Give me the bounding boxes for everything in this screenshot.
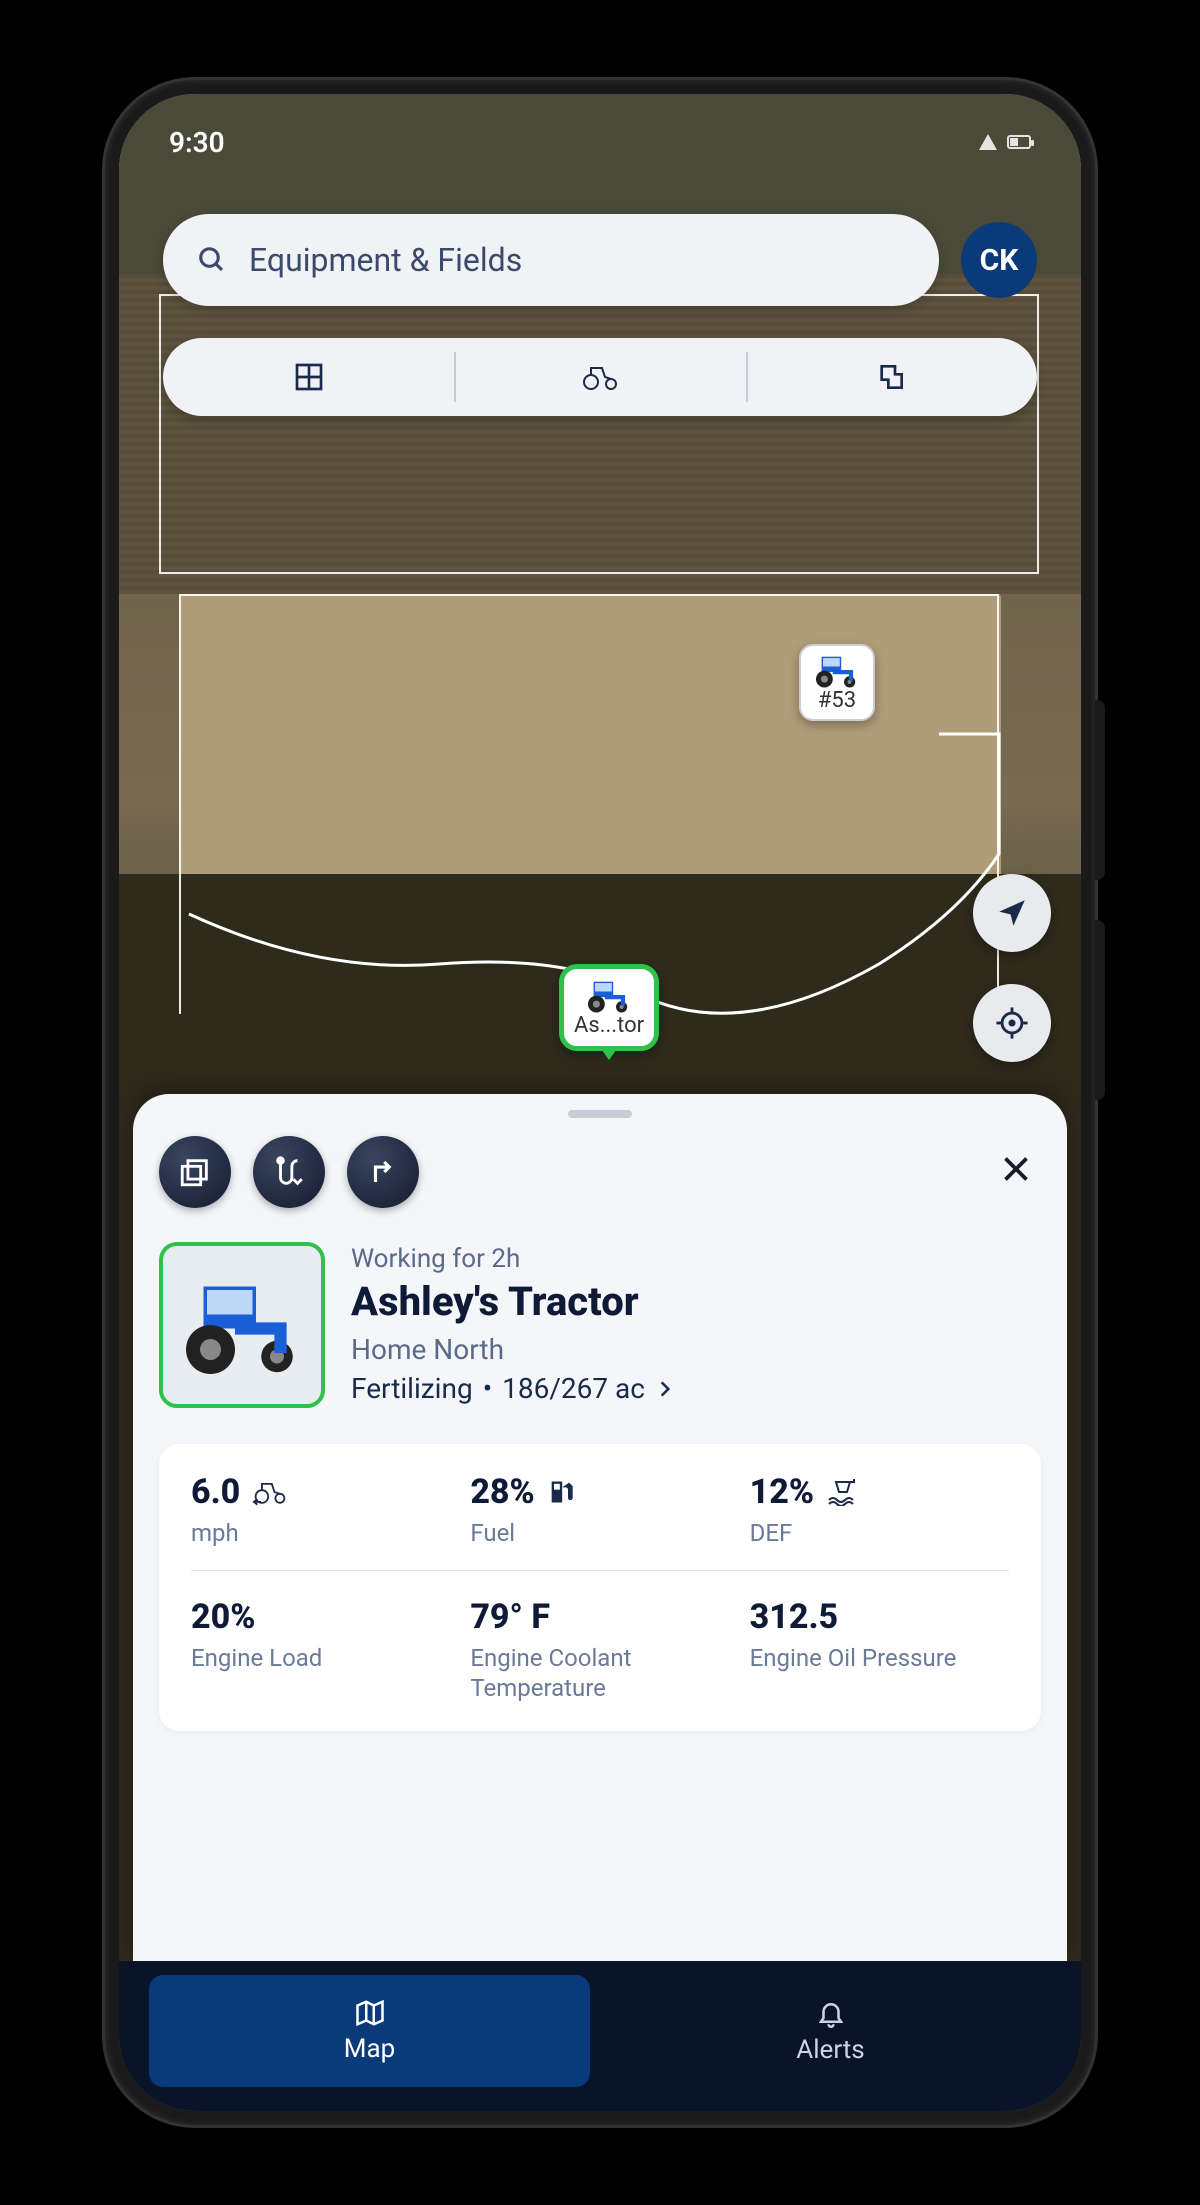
tractor-icon xyxy=(809,652,865,688)
bell-icon xyxy=(816,1997,846,2029)
map-marker-selected[interactable]: As...tor xyxy=(559,964,659,1051)
equipment-name: Ashley's Tractor xyxy=(351,1278,1041,1325)
crosshair-icon xyxy=(995,1006,1029,1040)
map-icon xyxy=(353,1998,387,2028)
sheet-action-views-button[interactable] xyxy=(159,1136,231,1208)
user-avatar[interactable]: CK xyxy=(961,222,1037,298)
signal-icon xyxy=(979,134,997,150)
equipment-task-progress: 186/267 ac xyxy=(502,1372,645,1405)
metric-fuel-label: Fuel xyxy=(470,1518,729,1548)
screen: 9:30 CK xyxy=(119,94,1081,2111)
metric-coolant-temp: 79° F Engine Coolant Temperature xyxy=(470,1597,729,1703)
metric-speed-value: 6.0 xyxy=(191,1472,240,1512)
task-separator: • xyxy=(483,1372,492,1405)
layer-fields-button[interactable] xyxy=(163,338,454,416)
tractor-icon xyxy=(581,977,637,1013)
equipment-field-name: Home North xyxy=(351,1333,1041,1366)
equipment-task-type: Fertilizing xyxy=(351,1372,473,1405)
phone-frame: 9:30 CK xyxy=(105,80,1095,2125)
tractor-speed-icon xyxy=(252,1478,288,1506)
metrics-card: 6.0 mph 28% Fuel xyxy=(159,1444,1041,1731)
metric-def-value: 12% xyxy=(750,1472,814,1512)
equipment-detail-sheet: Working for 2h Ashley's Tractor Home Nor… xyxy=(133,1094,1067,1971)
close-sheet-button[interactable] xyxy=(991,1146,1041,1198)
metric-speed: 6.0 mph xyxy=(191,1472,450,1548)
metric-def-label: DEF xyxy=(750,1518,1009,1548)
metric-fuel-value: 28% xyxy=(470,1472,534,1512)
sheet-action-navigate-button[interactable] xyxy=(347,1136,419,1208)
metric-fuel: 28% Fuel xyxy=(470,1472,729,1548)
boundary-shape-icon xyxy=(875,361,907,393)
metric-speed-label: mph xyxy=(191,1518,450,1548)
fuel-pump-icon xyxy=(547,1477,575,1507)
search-bar[interactable] xyxy=(163,214,939,306)
nav-map-tab[interactable]: Map xyxy=(149,1975,590,2087)
sheet-drag-handle[interactable] xyxy=(568,1110,632,1118)
turn-arrow-icon xyxy=(368,1157,398,1187)
close-icon xyxy=(998,1151,1034,1187)
search-input[interactable] xyxy=(249,241,905,279)
path-route-icon xyxy=(272,1155,306,1189)
status-time: 9:30 xyxy=(169,126,225,159)
status-bar: 9:30 xyxy=(119,112,1081,172)
layer-boundaries-button[interactable] xyxy=(746,338,1037,416)
metric-oil-pressure: 312.5 Engine Oil Pressure xyxy=(750,1597,1009,1703)
metric-coolant-temp-label: Engine Coolant Temperature xyxy=(470,1643,729,1703)
nav-map-label: Map xyxy=(344,2034,395,2064)
metric-engine-load-value: 20% xyxy=(191,1597,255,1637)
fields-grid-icon xyxy=(293,361,325,393)
layer-segmented-control xyxy=(163,338,1037,416)
metric-oil-pressure-label: Engine Oil Pressure xyxy=(750,1643,1009,1673)
search-icon xyxy=(197,245,227,275)
map-marker-label: As...tor xyxy=(574,1013,644,1038)
map-marker-53[interactable]: #53 xyxy=(799,644,875,721)
equipment-working-status: Working for 2h xyxy=(351,1244,1041,1274)
equipment-thumbnail[interactable] xyxy=(159,1242,325,1408)
recenter-location-button[interactable] xyxy=(973,874,1051,952)
chevron-right-icon xyxy=(655,1377,675,1401)
metric-coolant-temp-value: 79° F xyxy=(470,1597,550,1637)
metric-engine-load-label: Engine Load xyxy=(191,1643,450,1673)
sheet-action-path-button[interactable] xyxy=(253,1136,325,1208)
metric-engine-load: 20% Engine Load xyxy=(191,1597,450,1703)
bottom-nav: Map Alerts xyxy=(119,1961,1081,2111)
layer-equipment-button[interactable] xyxy=(454,338,745,416)
nav-alerts-tab[interactable]: Alerts xyxy=(610,1975,1051,2087)
metric-def: 12% DEF xyxy=(750,1472,1009,1548)
equipment-task-row[interactable]: Fertilizing • 186/267 ac xyxy=(351,1372,1041,1405)
map-marker-label: #53 xyxy=(818,688,856,713)
location-arrow-icon xyxy=(995,896,1029,930)
target-center-button[interactable] xyxy=(973,984,1051,1062)
layers-stack-icon xyxy=(178,1155,212,1189)
nav-alerts-label: Alerts xyxy=(796,2035,864,2065)
tractor-icon xyxy=(172,1275,312,1375)
def-fluid-icon xyxy=(826,1478,860,1506)
metric-oil-pressure-value: 312.5 xyxy=(750,1597,839,1637)
battery-icon xyxy=(1007,135,1031,149)
tractor-icon xyxy=(580,363,620,391)
